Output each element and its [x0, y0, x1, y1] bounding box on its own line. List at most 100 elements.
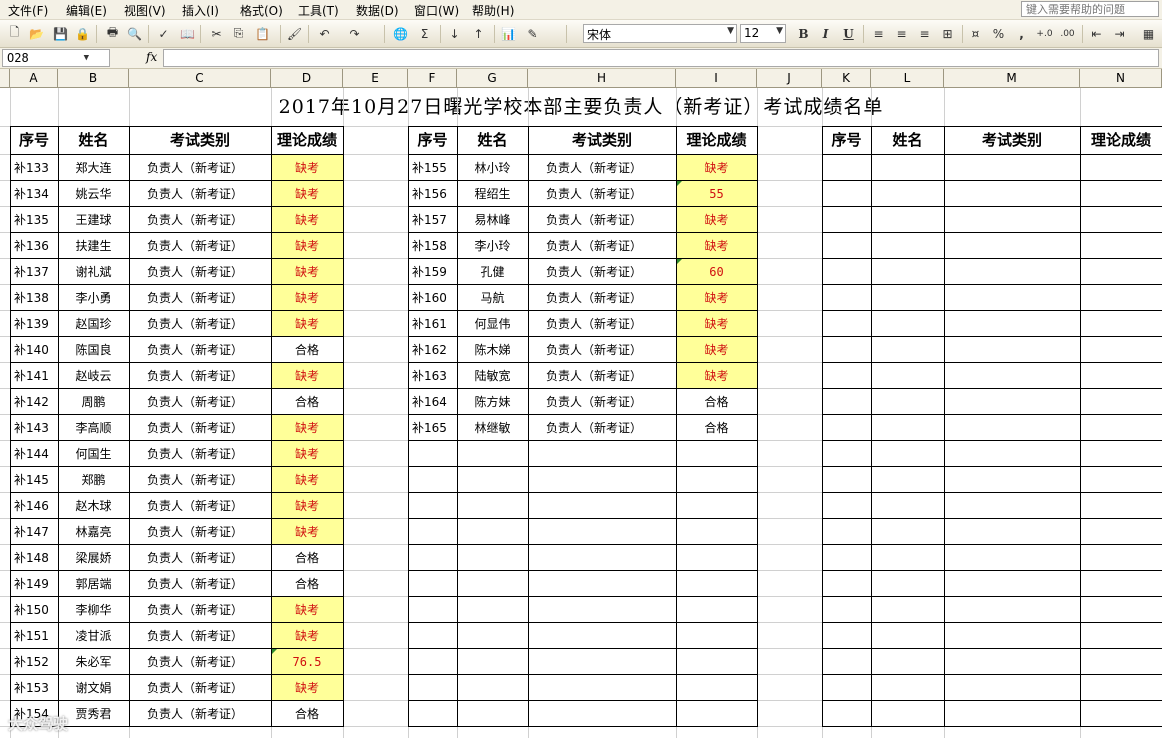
left-cell-name[interactable]: 李高顺 — [58, 415, 129, 441]
middle-cell-type[interactable]: 负责人（新考证） — [528, 363, 676, 389]
left-cell-no[interactable]: 补147 — [10, 519, 58, 545]
left-cell-score[interactable]: 缺考 — [271, 597, 343, 623]
left-cell-no[interactable]: 补137 — [10, 259, 58, 285]
left-cell-name[interactable]: 郑鹏 — [58, 467, 129, 493]
left-cell-no[interactable]: 补136 — [10, 233, 58, 259]
left-cell-no[interactable]: 补153 — [10, 675, 58, 701]
left-cell-no[interactable]: 补134 — [10, 181, 58, 207]
middle-cell-name[interactable]: 马航 — [457, 285, 528, 311]
left-cell-no[interactable]: 补151 — [10, 623, 58, 649]
middle-cell-no[interactable]: 补160 — [408, 285, 457, 311]
left-cell-score[interactable]: 缺考 — [271, 259, 343, 285]
column-header-A[interactable]: A — [10, 69, 58, 87]
left-cell-score[interactable]: 合格 — [271, 545, 343, 571]
middle-cell-type[interactable]: 负责人（新考证） — [528, 311, 676, 337]
middle-cell-score[interactable]: 缺考 — [676, 233, 757, 259]
left-cell-type[interactable]: 负责人（新考证） — [129, 623, 271, 649]
left-cell-no[interactable]: 补133 — [10, 155, 58, 181]
drawing-icon[interactable]: ✎ — [524, 25, 541, 42]
left-cell-type[interactable]: 负责人（新考证） — [129, 155, 271, 181]
middle-cell-name[interactable]: 何显伟 — [457, 311, 528, 337]
middle-cell-no[interactable]: 补158 — [408, 233, 457, 259]
align-left-icon[interactable]: ≡ — [870, 25, 887, 42]
middle-cell-name[interactable]: 易林峰 — [457, 207, 528, 233]
left-cell-score[interactable]: 缺考 — [271, 441, 343, 467]
column-header-G[interactable]: G — [457, 69, 528, 87]
left-cell-name[interactable]: 梁展娇 — [58, 545, 129, 571]
left-cell-no[interactable]: 补141 — [10, 363, 58, 389]
middle-cell-no[interactable]: 补161 — [408, 311, 457, 337]
middle-cell-type[interactable]: 负责人（新考证） — [528, 389, 676, 415]
left-cell-type[interactable]: 负责人（新考证） — [129, 181, 271, 207]
middle-cell-type[interactable]: 负责人（新考证） — [528, 181, 676, 207]
left-cell-type[interactable]: 负责人（新考证） — [129, 285, 271, 311]
new-icon[interactable]: 🗋 — [6, 25, 23, 42]
column-header-D[interactable]: D — [271, 69, 343, 87]
help-search-input[interactable] — [1021, 1, 1159, 17]
middle-cell-score[interactable]: 缺考 — [676, 285, 757, 311]
middle-cell-no[interactable]: 补162 — [408, 337, 457, 363]
left-cell-score[interactable]: 合格 — [271, 389, 343, 415]
decrease-decimal-icon[interactable]: .00 — [1059, 25, 1076, 42]
left-cell-score[interactable]: 缺考 — [271, 675, 343, 701]
left-cell-score[interactable]: 合格 — [271, 337, 343, 363]
left-cell-score[interactable]: 缺考 — [271, 467, 343, 493]
menu-item-6[interactable]: 数据(D) — [356, 2, 399, 19]
middle-cell-name[interactable]: 李小玲 — [457, 233, 528, 259]
left-cell-type[interactable]: 负责人（新考证） — [129, 337, 271, 363]
middle-cell-no[interactable]: 补164 — [408, 389, 457, 415]
left-cell-name[interactable]: 扶建生 — [58, 233, 129, 259]
left-cell-no[interactable]: 补135 — [10, 207, 58, 233]
font-size-select[interactable]: 12 ▼ — [740, 24, 786, 43]
column-header-J[interactable]: J — [757, 69, 822, 87]
middle-cell-no[interactable]: 补156 — [408, 181, 457, 207]
column-header-L[interactable]: L — [871, 69, 944, 87]
left-cell-name[interactable]: 陈国良 — [58, 337, 129, 363]
left-cell-type[interactable]: 负责人（新考证） — [129, 259, 271, 285]
left-cell-name[interactable]: 王建球 — [58, 207, 129, 233]
left-cell-type[interactable]: 负责人（新考证） — [129, 207, 271, 233]
left-cell-type[interactable]: 负责人（新考证） — [129, 519, 271, 545]
left-cell-score[interactable]: 76.5 — [271, 649, 343, 675]
left-cell-type[interactable]: 负责人（新考证） — [129, 571, 271, 597]
underline-button[interactable]: U — [840, 25, 857, 42]
middle-cell-name[interactable]: 程绍生 — [457, 181, 528, 207]
cut-icon[interactable]: ✂ — [208, 25, 225, 42]
left-cell-score[interactable]: 合格 — [271, 571, 343, 597]
column-header-H[interactable]: H — [528, 69, 676, 87]
middle-cell-type[interactable]: 负责人（新考证） — [528, 259, 676, 285]
research-icon[interactable]: 📖 — [179, 25, 196, 42]
middle-cell-type[interactable]: 负责人（新考证） — [528, 233, 676, 259]
menu-item-3[interactable]: 插入(I) — [182, 2, 219, 19]
column-header-F[interactable]: F — [408, 69, 457, 87]
left-cell-type[interactable]: 负责人（新考证） — [129, 493, 271, 519]
formula-input[interactable] — [163, 49, 1159, 67]
middle-cell-name[interactable]: 陆敏宽 — [457, 363, 528, 389]
left-cell-type[interactable]: 负责人（新考证） — [129, 389, 271, 415]
select-all-corner[interactable] — [0, 69, 10, 87]
open-icon[interactable]: 📂 — [28, 25, 45, 42]
left-cell-no[interactable]: 补152 — [10, 649, 58, 675]
left-cell-type[interactable]: 负责人（新考证） — [129, 597, 271, 623]
menu-item-0[interactable]: 文件(F) — [8, 2, 48, 19]
function-icon[interactable]: fx — [146, 50, 157, 64]
menu-item-7[interactable]: 窗口(W) — [414, 2, 459, 19]
italic-button[interactable]: I — [817, 25, 834, 42]
column-header-E[interactable]: E — [343, 69, 408, 87]
left-cell-no[interactable]: 补145 — [10, 467, 58, 493]
format-painter-icon[interactable]: 🖌 — [286, 25, 303, 42]
left-cell-name[interactable]: 朱必军 — [58, 649, 129, 675]
borders-icon[interactable]: ▦ — [1140, 25, 1157, 42]
left-cell-no[interactable]: 补148 — [10, 545, 58, 571]
left-cell-type[interactable]: 负责人（新考证） — [129, 363, 271, 389]
increase-indent-icon[interactable]: ⇥ — [1111, 25, 1128, 42]
left-cell-no[interactable]: 补144 — [10, 441, 58, 467]
paste-icon[interactable]: 📋 — [254, 25, 271, 42]
left-cell-score[interactable]: 缺考 — [271, 207, 343, 233]
middle-cell-score[interactable]: 60 — [676, 259, 757, 285]
middle-cell-name[interactable]: 陈木娣 — [457, 337, 528, 363]
left-cell-type[interactable]: 负责人（新考证） — [129, 675, 271, 701]
middle-cell-score[interactable]: 缺考 — [676, 207, 757, 233]
middle-cell-name[interactable]: 陈方妹 — [457, 389, 528, 415]
column-header-I[interactable]: I — [676, 69, 757, 87]
